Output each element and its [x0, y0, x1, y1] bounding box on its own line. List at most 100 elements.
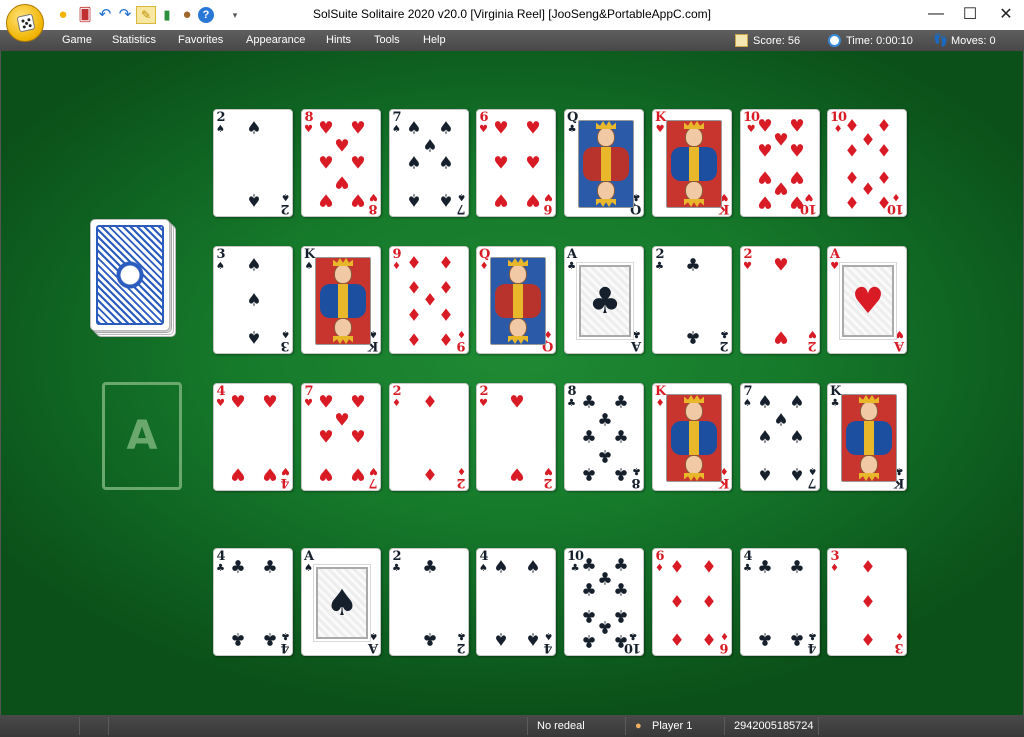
card-corner-index: 2 ♠ [216, 111, 226, 135]
card-corner-index: 8 ♣ [632, 465, 641, 490]
stock-card-back[interactable] [90, 219, 170, 331]
tableau-card[interactable]: K ♦ K ♦ [652, 383, 732, 491]
tableau-card[interactable]: Q ♦ Q ♦ [476, 246, 556, 354]
card-pip-icon: ♦ [422, 392, 438, 413]
tableau-card[interactable]: 2 ♥ 2 ♥ ♥ ♥ [476, 383, 556, 491]
card-rank: 2 [655, 247, 664, 262]
card-rank: 4 [479, 549, 488, 564]
card-pip-icon: ♣ [757, 557, 773, 578]
card-pip-icon: ♣ [581, 555, 597, 576]
card-suit-icon: ♥ [479, 398, 488, 409]
card-suit-icon: ♦ [655, 563, 664, 574]
maximize-button[interactable]: ☐ [952, 0, 988, 28]
tableau-card[interactable]: 2 ♦ 2 ♦ ♦ ♦ [389, 383, 469, 491]
menu-statistics[interactable]: Statistics [112, 34, 156, 46]
card-corner-index: 2 ♦ [392, 385, 402, 409]
tableau-card[interactable]: 10 ♦ 10 ♦ ♦ ♦ ♦ ♦ ♦ ♦ ♦ ♦ ♦ ♦ [827, 109, 907, 217]
tableau-card[interactable]: 2 ♣ 2 ♣ ♣ ♣ [389, 548, 469, 656]
card-back-pattern [96, 225, 164, 325]
card-rank: 4 [808, 640, 817, 655]
tableau-card[interactable]: 6 ♦ 6 ♦ ♦ ♦ ♦ ♦ ♦ ♦ [652, 548, 732, 656]
card-pip-icon: ♦ [876, 166, 892, 187]
card-suit-icon: ♦ [457, 465, 466, 476]
card-pip-icon: ♣ [581, 630, 597, 651]
foundation-slot[interactable]: A [102, 382, 182, 490]
face-card-portrait [490, 257, 546, 345]
card-pip-icon: ♠ [406, 118, 422, 139]
ace-center-suit-icon: ♥ [839, 262, 897, 340]
tableau-card[interactable]: 4 ♣ 4 ♣ ♣ ♣ ♣ ♣ [213, 548, 293, 656]
tableau-card[interactable]: 3 ♦ 3 ♦ ♦ ♦ ♦ [827, 548, 907, 656]
portrait-half [667, 395, 721, 438]
tableau-card[interactable]: K ♣ K ♣ [827, 383, 907, 491]
card-rank: 7 [743, 384, 752, 399]
card-pip-icon: ♥ [318, 392, 334, 413]
tableau-card[interactable]: 7 ♠ 7 ♠ ♠ ♠ ♠ ♠ ♠ ♠ ♠ [740, 383, 820, 491]
card-pip-icon: ♠ [246, 326, 262, 347]
tableau-card[interactable]: A ♠ A ♠ ♠ [301, 548, 381, 656]
card-pip-icon: ♦ [406, 328, 422, 349]
card-suit-icon: ♣ [570, 563, 580, 574]
tableau-card[interactable]: 8 ♥ 8 ♥ ♥ ♥ ♥ ♥ ♥ ♥ ♥ ♥ [301, 109, 381, 217]
card-pip-icon: ♣ [613, 630, 629, 651]
card-rank: A [894, 338, 904, 353]
tableau-card[interactable]: A ♥ A ♥ ♥ [827, 246, 907, 354]
tableau-card[interactable]: 2 ♠ 2 ♠ ♠ ♠ [213, 109, 293, 217]
menu-hints[interactable]: Hints [326, 34, 351, 46]
tableau-card[interactable]: 4 ♣ 4 ♣ ♣ ♣ ♣ ♣ [740, 548, 820, 656]
card-pip-icon: ♣ [597, 569, 613, 590]
tableau-card[interactable]: 2 ♥ 2 ♥ ♥ ♥ [740, 246, 820, 354]
menu-appearance[interactable]: Appearance [246, 34, 305, 46]
card-pip-icon: ♣ [757, 628, 773, 649]
card-suit-icon: ♠ [304, 563, 314, 574]
tableau-card[interactable]: 2 ♣ 2 ♣ ♣ ♣ [652, 246, 732, 354]
tableau-card[interactable]: 10 ♣ 10 ♣ ♣ ♣ ♣ ♣ ♣ ♣ ♣ ♣ ♣ ♣ [564, 548, 644, 656]
tableau-card[interactable]: 4 ♥ 4 ♥ ♥ ♥ ♥ ♥ [213, 383, 293, 491]
tableau-card[interactable]: 7 ♥ 7 ♥ ♥ ♥ ♥ ♥ ♥ ♥ ♥ [301, 383, 381, 491]
card-corner-index: 2 ♦ [457, 465, 466, 490]
card-suit-icon: ♦ [895, 630, 904, 641]
card-corner-index: A ♣ [632, 328, 641, 353]
menu-help[interactable]: Help [423, 34, 446, 46]
tableau-card[interactable]: 9 ♦ 9 ♦ ♦ ♦ ♦ ♦ ♦ ♦ ♦ ♦ ♦ [389, 246, 469, 354]
card-rank: 2 [457, 475, 466, 490]
minimize-button[interactable]: — [918, 0, 954, 28]
card-pip-icon: ♥ [773, 255, 789, 276]
tableau-card[interactable]: 3 ♠ 3 ♠ ♠ ♠ ♠ [213, 246, 293, 354]
tableau-card[interactable]: 6 ♥ 6 ♥ ♥ ♥ ♥ ♥ ♥ ♥ [476, 109, 556, 217]
card-pip-icon: ♠ [493, 628, 509, 649]
card-corner-index: 3 ♠ [216, 248, 226, 272]
tableau-card[interactable]: Q ♣ Q ♣ [564, 109, 644, 217]
card-rank: K [304, 247, 315, 262]
tableau-card[interactable]: A ♣ A ♣ ♣ [564, 246, 644, 354]
card-pip-icon: ♣ [230, 557, 246, 578]
card-pip-icon: ♦ [438, 278, 454, 299]
close-button[interactable]: ✕ [988, 0, 1024, 28]
menu-game[interactable]: Game [62, 34, 92, 46]
tableau-card[interactable]: 4 ♠ 4 ♠ ♠ ♠ ♠ ♠ [476, 548, 556, 656]
card-pip-icon: ♠ [246, 118, 262, 139]
card-rank: A [304, 549, 314, 564]
tableau-card[interactable]: K ♥ K ♥ [652, 109, 732, 217]
card-rank: A [567, 247, 577, 262]
app-logo-icon[interactable] [6, 4, 44, 42]
menu-favorites[interactable]: Favorites [178, 34, 223, 46]
card-rank: 2 [457, 640, 466, 655]
tableau-card[interactable]: 8 ♣ 8 ♣ ♣ ♣ ♣ ♣ ♣ ♣ ♣ ♣ [564, 383, 644, 491]
card-pip-icon: ♦ [860, 628, 876, 649]
card-corner-index: 7 ♠ [392, 111, 402, 135]
card-corner-index: 7 ♠ [743, 384, 753, 409]
card-corner-index: Q ♦ [479, 248, 490, 272]
card-pip-icon: ♠ [246, 255, 262, 276]
card-suit-icon: ♣ [655, 261, 664, 272]
menu-tools[interactable]: Tools [374, 34, 400, 46]
tableau-card[interactable]: 10 ♥ 10 ♥ ♥ ♥ ♥ ♥ ♥ ♥ ♥ ♥ ♥ ♥ [740, 109, 820, 217]
card-pip-icon: ♣ [597, 616, 613, 637]
stock-pile[interactable] [90, 219, 176, 339]
tableau-card[interactable]: K ♠ K ♠ [301, 246, 381, 354]
card-pip-icon: ♥ [789, 116, 805, 137]
card-pip-icon: ♦ [669, 628, 685, 649]
tableau-card[interactable]: 7 ♠ 7 ♠ ♠ ♠ ♠ ♠ ♠ ♠ ♠ [389, 109, 469, 217]
card-pip-icon: ♥ [773, 326, 789, 347]
card-rank: 8 [567, 384, 576, 399]
